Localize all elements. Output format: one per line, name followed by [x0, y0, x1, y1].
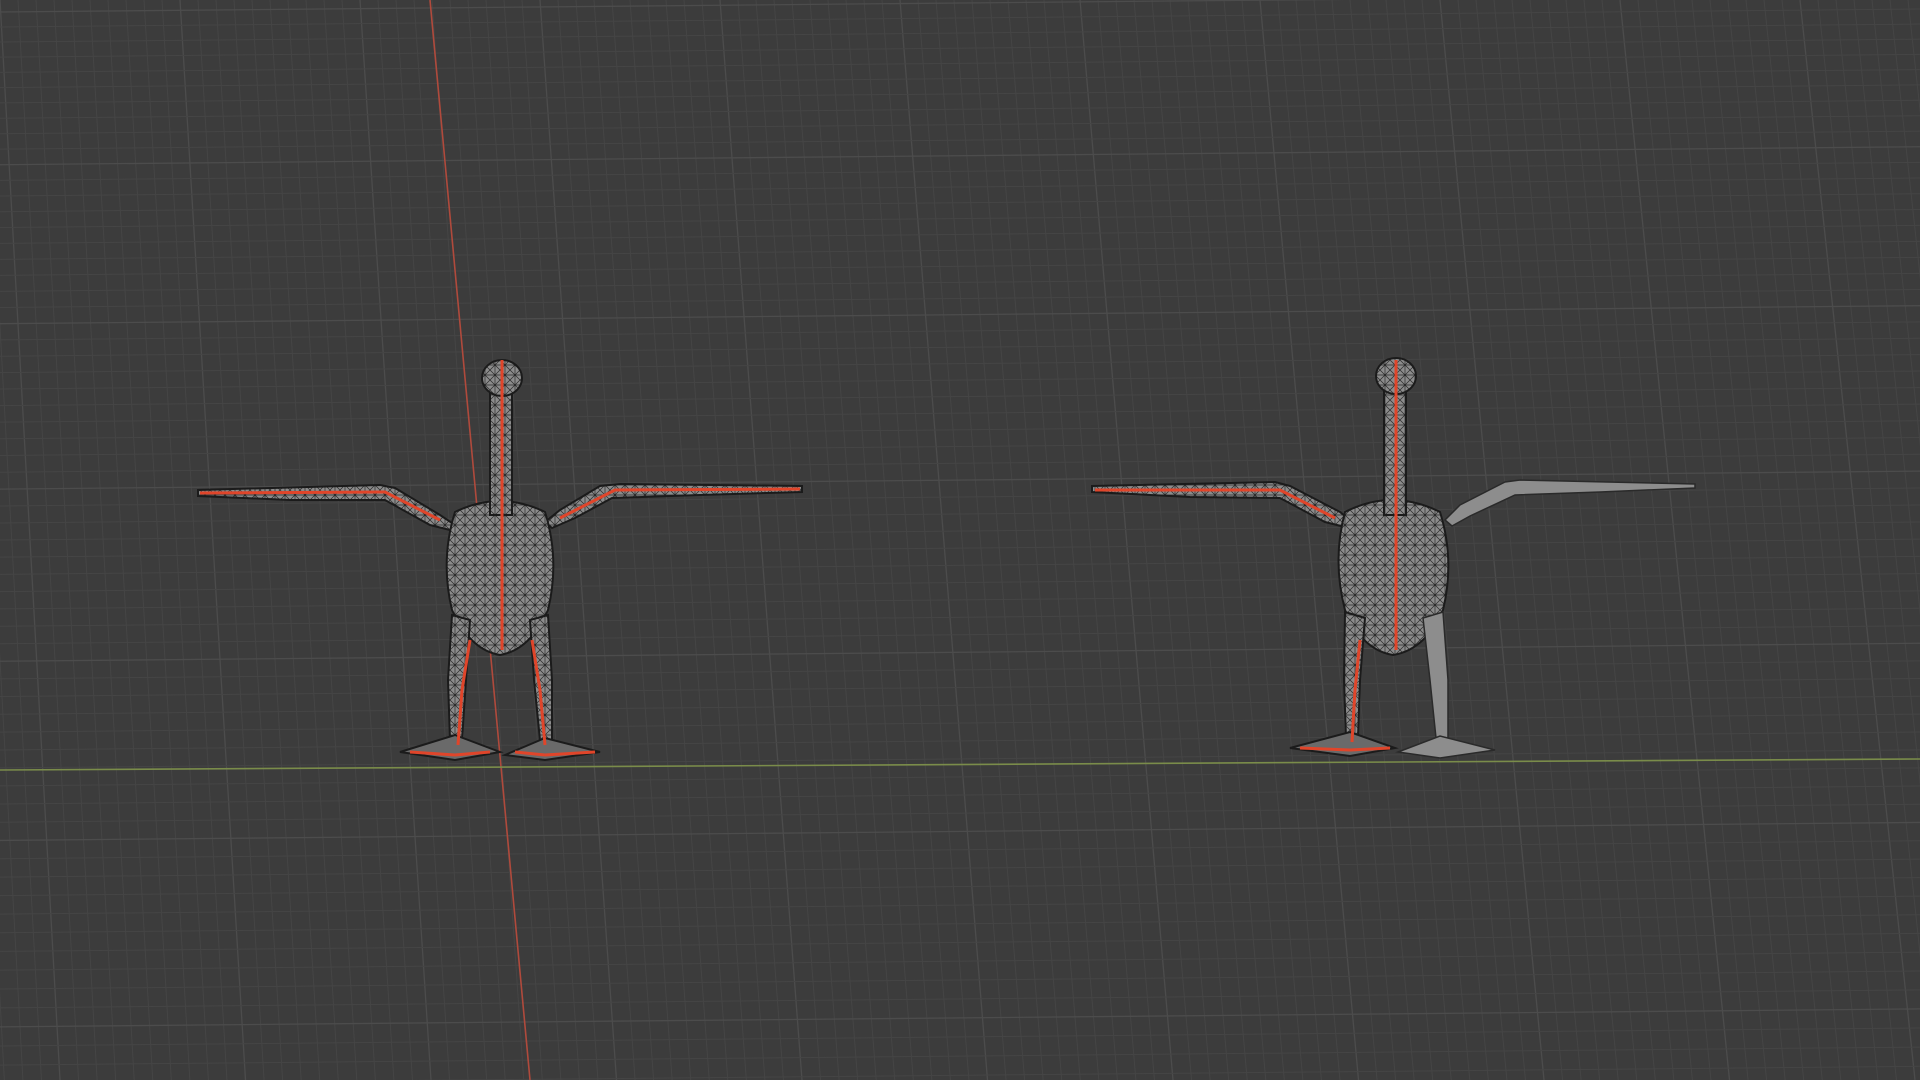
left-foot[interactable] — [1289, 730, 1399, 758]
right-wing[interactable] — [1443, 479, 1696, 527]
right-leg[interactable] — [528, 613, 553, 741]
3d-viewport[interactable] — [0, 0, 1920, 1080]
right-leg[interactable] — [1422, 611, 1449, 739]
bird-model-right[interactable] — [1091, 357, 1696, 759]
scene-objects — [197, 357, 1696, 762]
right-foot[interactable] — [1395, 735, 1496, 759]
bird-model-left[interactable] — [197, 359, 803, 762]
right-foot[interactable] — [501, 736, 601, 762]
left-foot[interactable] — [399, 733, 504, 762]
